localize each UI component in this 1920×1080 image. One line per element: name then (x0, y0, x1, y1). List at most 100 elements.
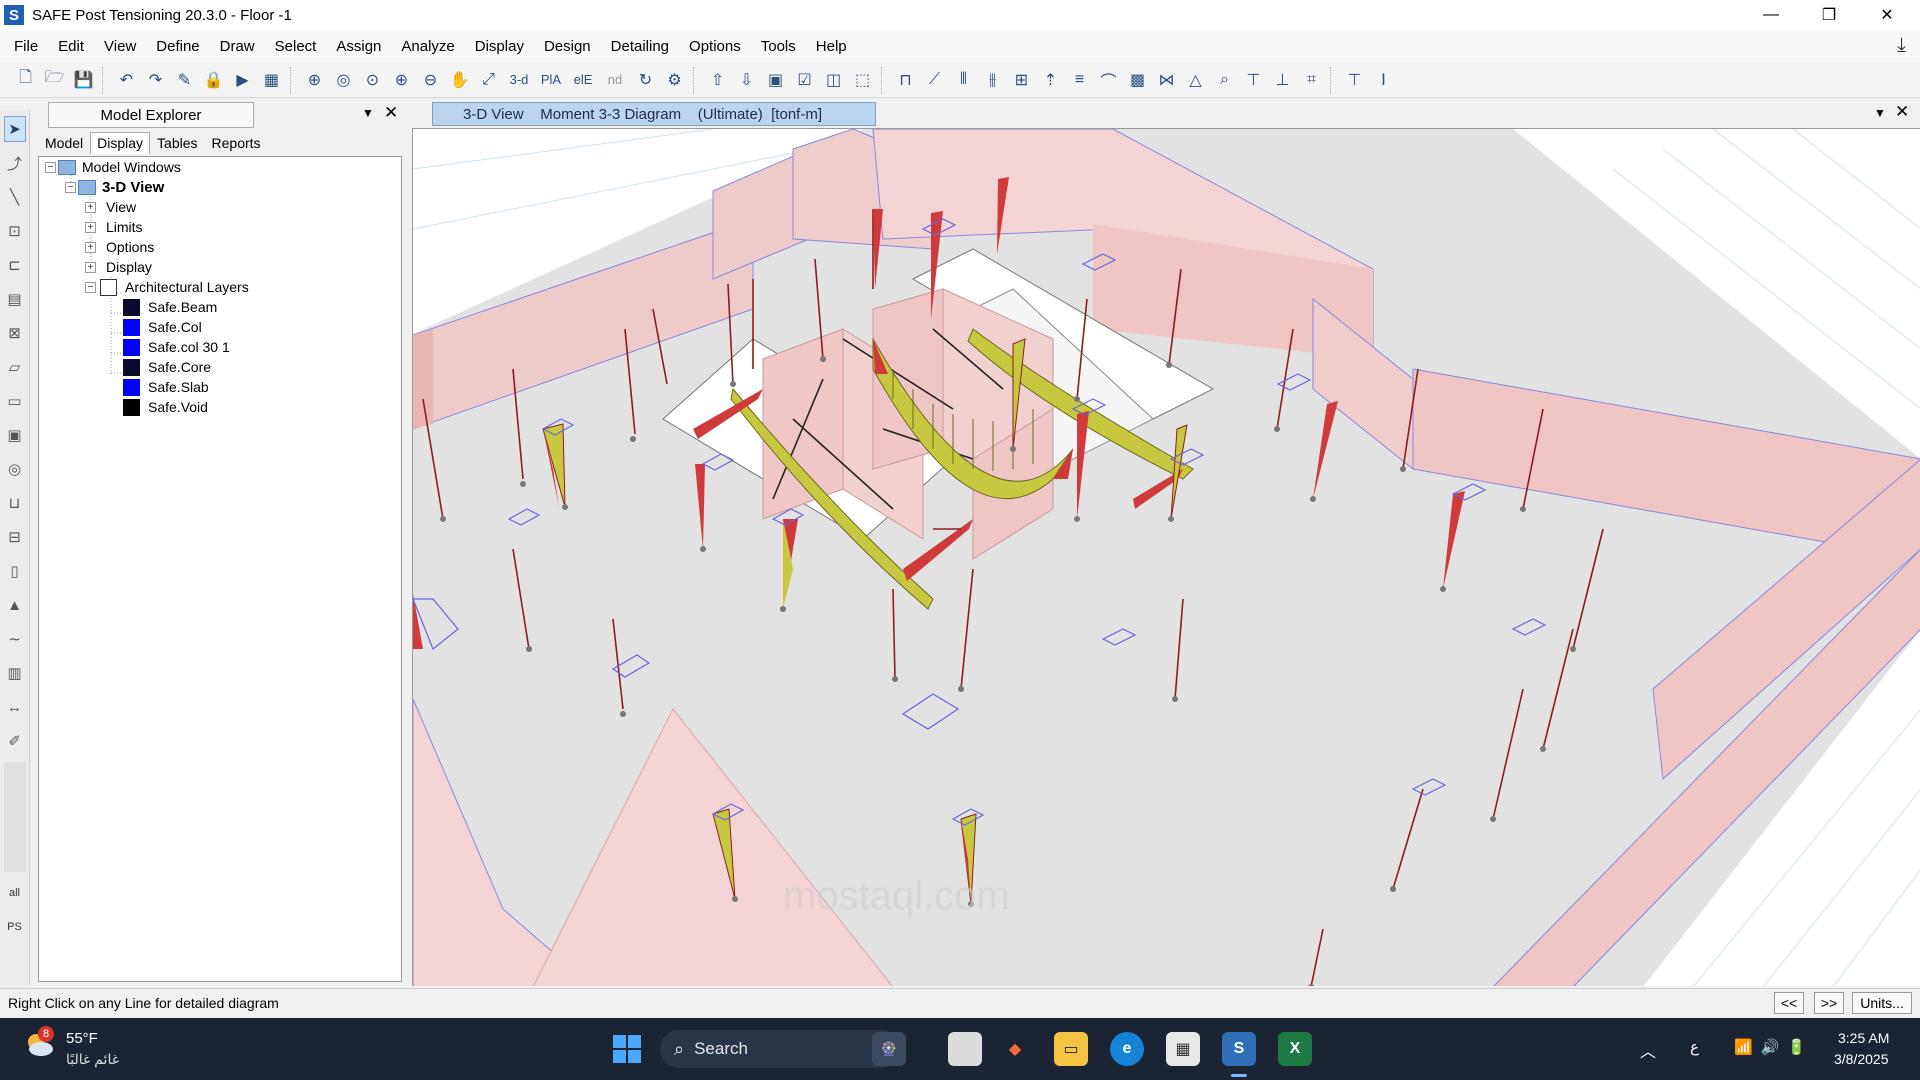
tree-layer-item[interactable]: Safe.Slab (123, 377, 209, 397)
draw-dimension-icon[interactable]: ↔ (4, 694, 26, 720)
draw-drop-panel-icon[interactable]: ⊔ (4, 490, 26, 516)
wifi-icon[interactable]: 📶 (1734, 1039, 1761, 1056)
pan-icon[interactable]: ✋ (446, 67, 473, 93)
clock-date[interactable]: 3/8/2025 (1834, 1051, 1889, 1067)
collapse-icon[interactable]: − (85, 281, 96, 293)
zoom-all-icon[interactable]: ◎ (330, 67, 357, 93)
tree-layer-item[interactable]: Safe.Beam (123, 297, 217, 317)
tab-model[interactable]: Model (38, 132, 90, 154)
menu-edit[interactable]: Edit (48, 38, 94, 55)
menu-assign[interactable]: Assign (326, 38, 391, 55)
rotate-icon[interactable]: ↻ (632, 67, 659, 93)
layers-checkbox[interactable] (100, 278, 117, 296)
expand-icon[interactable]: + (85, 261, 96, 273)
menu-select[interactable]: Select (265, 38, 327, 55)
elevation-view-button[interactable]: elE (568, 67, 598, 93)
draw-area-support-icon[interactable]: ▥ (4, 660, 26, 686)
select-all-button[interactable]: all (4, 880, 26, 906)
check-icon[interactable]: ☑ (791, 67, 818, 93)
menu-options[interactable]: Options (679, 38, 751, 55)
beam-forces-icon[interactable]: ⫵ (979, 67, 1006, 93)
zoom-window-icon[interactable]: ⊕ (301, 67, 328, 93)
object-shrink-icon[interactable]: ▣ (762, 67, 789, 93)
move-up-icon[interactable]: ⇧ (704, 67, 731, 93)
draw-design-strip-icon[interactable]: ⊟ (4, 524, 26, 550)
run-analysis-icon[interactable]: ▶ (229, 67, 256, 93)
menu-define[interactable]: Define (146, 38, 209, 55)
zoom-previous-icon[interactable]: ⊙ (359, 67, 386, 93)
tree-model-windows[interactable]: − Model Windows (45, 157, 181, 177)
windows-start-icon[interactable] (612, 1034, 642, 1064)
explorer-close-icon[interactable]: ✕ (384, 103, 398, 123)
tab-tables[interactable]: Tables (150, 132, 204, 154)
open-file-icon[interactable]: 🗁 (41, 67, 68, 93)
strip-forces-icon[interactable]: ⫴ (950, 67, 977, 93)
layer-color-swatch[interactable] (123, 358, 140, 376)
language-indicator[interactable]: ع (1690, 1038, 1699, 1056)
draw-text-icon[interactable]: ✐ (4, 728, 26, 754)
draw-opening-icon[interactable]: ▣ (4, 422, 26, 448)
collapse-icon[interactable]: − (45, 161, 56, 173)
menu-draw[interactable]: Draw (210, 38, 265, 55)
draw-point-support-icon[interactable]: ▲ (4, 592, 26, 618)
reshape-icon[interactable]: ⤴ (4, 150, 26, 176)
battery-icon[interactable]: 🔋 (1787, 1039, 1814, 1056)
plan-view-button[interactable]: PlA (536, 67, 566, 93)
layer-color-swatch[interactable] (123, 378, 140, 396)
close-button[interactable]: ✕ (1858, 0, 1916, 30)
extrude-icon[interactable]: ◫ (820, 67, 847, 93)
tree-layer-item[interactable]: Safe.Void (123, 397, 208, 417)
tendon-icon[interactable]: ⌒ (1095, 67, 1122, 93)
next-button[interactable]: >> (1814, 992, 1844, 1014)
restore-button[interactable]: ❐ (1800, 0, 1858, 30)
contour-icon[interactable]: ▩ (1124, 67, 1151, 93)
new-file-icon[interactable]: 🗋 (12, 67, 39, 93)
store-icon[interactable]: ▦ (1166, 1032, 1200, 1066)
safe-taskbar-icon[interactable]: S (1222, 1032, 1256, 1066)
draw-column-icon[interactable]: ⊏ (4, 252, 26, 278)
redo-icon[interactable]: ↷ (142, 67, 169, 93)
tree-3d-view[interactable]: − 3-D View (65, 177, 164, 197)
punching-shear-icon[interactable]: ≡ (1066, 67, 1093, 93)
pointer-select-icon[interactable]: ➤ (3, 116, 26, 142)
previous-selection-button[interactable]: PS (4, 914, 26, 940)
tree-layer-item[interactable]: Safe.col 30 1 (123, 337, 230, 357)
view-window-tab[interactable]: 3-D View Moment 3-3 Diagram (Ultimate) [… (432, 102, 876, 126)
move-down-icon[interactable]: ⇩ (733, 67, 760, 93)
weather-temperature[interactable]: 55°F (66, 1030, 98, 1047)
menu-design[interactable]: Design (534, 38, 601, 55)
deformed-shape-icon[interactable]: ⟋ (921, 67, 948, 93)
menu-help[interactable]: Help (806, 38, 857, 55)
moment-diagram-3d-view[interactable]: mostaql.com (413, 129, 1920, 986)
task-view-icon[interactable] (948, 1032, 982, 1066)
draw-rectangle-icon[interactable]: ▭ (4, 388, 26, 414)
view-3d-button[interactable]: 3-d (504, 67, 534, 93)
draw-line-support-icon[interactable]: ∼ (4, 626, 26, 652)
3d-model-canvas[interactable]: mostaql.com (412, 128, 1920, 986)
pencil-icon[interactable]: ✎ (171, 67, 198, 93)
tree-layer-item[interactable]: Safe.Core (123, 357, 211, 377)
tree-limits[interactable]: + Limits (85, 217, 143, 237)
reactions-icon[interactable]: ⇡ (1037, 67, 1064, 93)
volume-icon[interactable]: 🔊 (1761, 1039, 1788, 1056)
layer-color-swatch[interactable] (123, 398, 140, 416)
expand-icon[interactable]: + (85, 221, 96, 233)
excel-icon[interactable]: X (1278, 1032, 1312, 1066)
menu-file[interactable]: File (4, 38, 48, 55)
file-explorer-icon[interactable]: ▭ (1054, 1032, 1088, 1066)
view-close-icon[interactable]: ✕ (1895, 102, 1909, 122)
inspect-icon[interactable]: ⌕ (1211, 67, 1238, 93)
tree-layer-item[interactable]: Safe.Col (123, 317, 202, 337)
draw-slab-icon[interactable]: ⊠ (4, 320, 26, 346)
tree-display[interactable]: + Display (85, 257, 152, 277)
lock-icon[interactable]: 🔒 (200, 67, 227, 93)
tray-status-icons[interactable]: 📶🔊🔋 (1734, 1038, 1814, 1056)
measure-icon[interactable]: ⤢ (475, 67, 502, 93)
copilot-icon[interactable]: ◆ (998, 1032, 1032, 1066)
slab-design-icon[interactable]: ⊤ (1240, 67, 1267, 93)
menu-tools[interactable]: Tools (751, 38, 806, 55)
expand-icon[interactable]: + (85, 241, 96, 253)
draw-beam-icon[interactable]: ⊡ (4, 218, 26, 244)
menu-detailing[interactable]: Detailing (601, 38, 679, 55)
game-app-icon[interactable]: 🎡 (872, 1032, 906, 1066)
